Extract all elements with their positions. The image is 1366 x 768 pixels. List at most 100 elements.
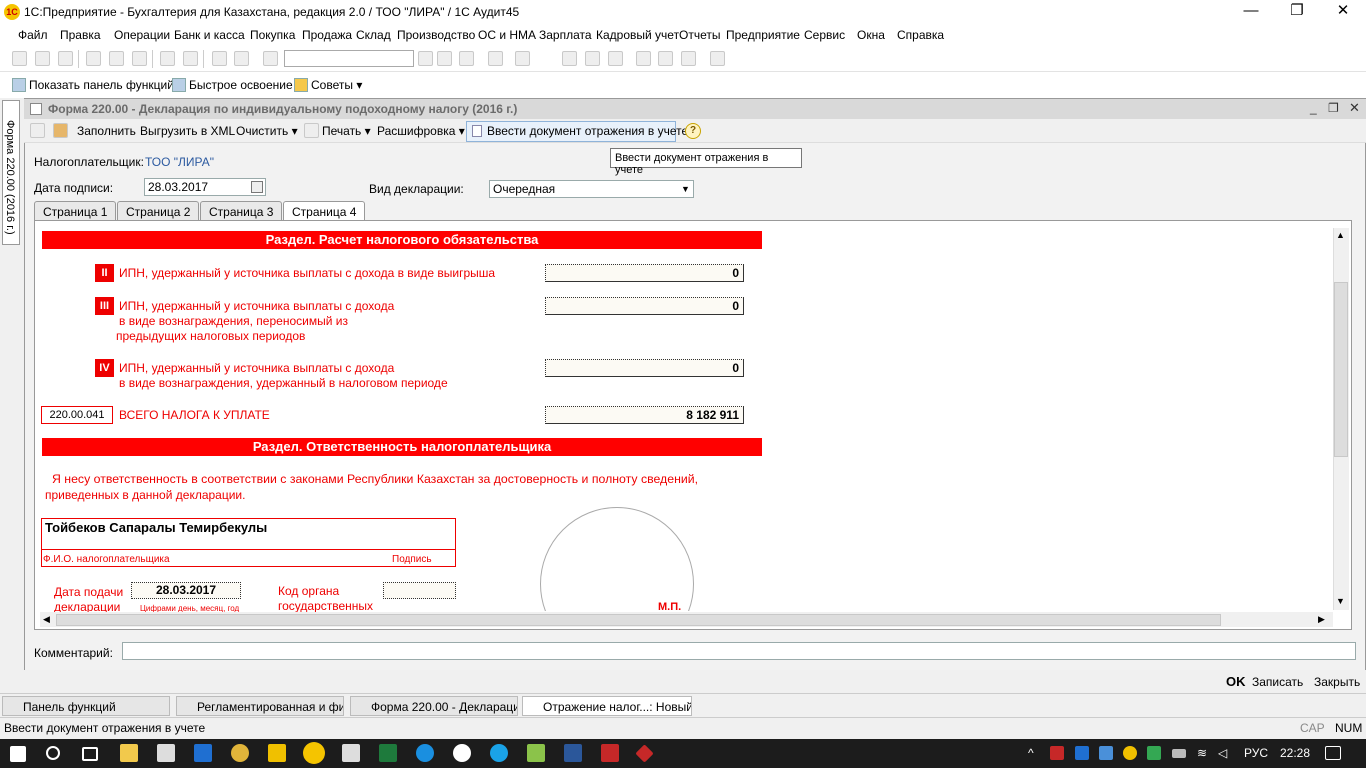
- fill-button[interactable]: Заполнить: [77, 124, 136, 138]
- tools-icon[interactable]: [710, 51, 725, 66]
- menu-operations[interactable]: Операции: [114, 28, 170, 42]
- window-item-reports[interactable]: Регламентированная и фин...: [176, 696, 344, 716]
- tray-app-icon[interactable]: [1050, 746, 1064, 760]
- print-button[interactable]: Печать ▾: [322, 124, 371, 138]
- clear-search-icon[interactable]: [418, 51, 433, 66]
- green-app-icon[interactable]: [527, 744, 545, 762]
- excel-icon[interactable]: [379, 744, 397, 762]
- menu-windows[interactable]: Окна: [857, 28, 885, 42]
- fio-value[interactable]: Тойбеков Сапаралы Темирбекулы: [45, 520, 267, 535]
- form-close-button[interactable]: ✕: [1349, 100, 1360, 116]
- clock[interactable]: 22:28: [1280, 746, 1310, 760]
- copy-icon[interactable]: [109, 51, 124, 66]
- calculator-icon[interactable]: [342, 744, 360, 762]
- menu-sales[interactable]: Продажа: [302, 28, 352, 42]
- store-icon[interactable]: [157, 744, 175, 762]
- chrome-icon[interactable]: [231, 744, 249, 762]
- menu-enterprise[interactable]: Предприятие: [726, 28, 800, 42]
- search-app-icon[interactable]: [453, 744, 471, 762]
- search-icon[interactable]: [263, 51, 278, 66]
- save-button[interactable]: Записать: [1252, 675, 1303, 689]
- battery-icon[interactable]: [1172, 749, 1186, 758]
- redo-icon[interactable]: [234, 51, 249, 66]
- outlook-icon[interactable]: [194, 744, 212, 762]
- submit-date-value[interactable]: 28.03.2017: [131, 582, 241, 599]
- new-doc-icon[interactable]: [12, 51, 27, 66]
- window-item-reflection[interactable]: Отражение налог...: Новый *: [522, 696, 692, 716]
- tab-page-3[interactable]: Страница 3: [200, 201, 283, 221]
- wifi-icon[interactable]: ≋: [1197, 746, 1207, 760]
- tips-button[interactable]: Советы ▾: [294, 78, 362, 92]
- menu-file[interactable]: Файл: [18, 28, 48, 42]
- ie-icon[interactable]: [416, 744, 434, 762]
- scroll-down-icon[interactable]: ▼: [1336, 596, 1345, 606]
- menu-help[interactable]: Справка: [897, 28, 944, 42]
- tab-page-4[interactable]: Страница 4: [283, 201, 366, 222]
- search-icon[interactable]: [46, 746, 60, 760]
- chevron-down-icon[interactable]: ▼: [678, 181, 693, 197]
- close-button[interactable]: ✕: [1320, 0, 1366, 24]
- menu-bank[interactable]: Банк и касса: [174, 28, 245, 42]
- tray-outlook-icon[interactable]: [1075, 746, 1089, 760]
- help-icon[interactable]: ?: [685, 123, 701, 139]
- find-next-icon[interactable]: [437, 51, 452, 66]
- decl-type-select[interactable]: Очередная: [489, 180, 694, 198]
- org-code-field[interactable]: [383, 582, 456, 599]
- paste-icon[interactable]: [132, 51, 147, 66]
- vertical-scroll-thumb[interactable]: [1334, 282, 1348, 457]
- taxpayer-link[interactable]: ТОО "ЛИРА": [145, 155, 214, 169]
- row-ii-value[interactable]: 0: [545, 264, 744, 282]
- close-form-button[interactable]: Закрыть: [1314, 675, 1360, 689]
- scroll-up-icon[interactable]: ▲: [1336, 230, 1345, 240]
- calculator-icon[interactable]: [562, 51, 577, 66]
- print-icon[interactable]: [160, 51, 175, 66]
- undo-icon[interactable]: [212, 51, 227, 66]
- tab-page-1[interactable]: Страница 1: [34, 201, 117, 221]
- info-icon[interactable]: [515, 51, 530, 66]
- language-indicator[interactable]: РУС: [1244, 746, 1268, 760]
- quick-learn-button[interactable]: Быстрое освоение: [172, 78, 293, 92]
- menu-warehouse[interactable]: Склад: [356, 28, 391, 42]
- show-panel-button[interactable]: Показать панель функций: [12, 78, 174, 92]
- calendar-icon[interactable]: [585, 51, 600, 66]
- search-combo[interactable]: [284, 50, 414, 67]
- scroll-left-icon[interactable]: ◀: [43, 614, 50, 625]
- minimize-button[interactable]: —: [1228, 0, 1274, 24]
- row-iv-value[interactable]: 0: [545, 359, 744, 377]
- skype-icon[interactable]: [490, 744, 508, 762]
- menu-reports[interactable]: Отчеты: [679, 28, 720, 42]
- tray-arrow-icon[interactable]: ^: [1028, 746, 1034, 760]
- row-iii-value[interactable]: 0: [545, 297, 744, 315]
- users-icon[interactable]: [608, 51, 623, 66]
- breakdown-button[interactable]: Расшифровка ▾: [377, 124, 465, 138]
- app-icon[interactable]: [268, 744, 286, 762]
- ok-button[interactable]: OK: [1226, 674, 1246, 689]
- menu-service[interactable]: Сервис: [804, 28, 845, 42]
- windows-start-icon[interactable]: [10, 746, 26, 762]
- memory-plus-icon[interactable]: [658, 51, 673, 66]
- window-item-functions[interactable]: Панель функций: [2, 696, 170, 716]
- 1c-icon[interactable]: [303, 742, 325, 764]
- maximize-button[interactable]: ❐: [1274, 0, 1320, 24]
- memory-m-icon[interactable]: [636, 51, 651, 66]
- calendar-picker-icon[interactable]: [251, 181, 263, 193]
- acrobat-icon[interactable]: [601, 744, 619, 762]
- menu-salary[interactable]: Зарплата: [539, 28, 592, 42]
- clear-button[interactable]: Очистить ▾: [236, 124, 298, 138]
- menu-edit[interactable]: Правка: [60, 28, 101, 42]
- export-xml-button[interactable]: Выгрузить в XML: [140, 124, 235, 138]
- file-explorer-icon[interactable]: [120, 744, 138, 762]
- volume-icon[interactable]: ◁: [1218, 746, 1227, 760]
- save-icon[interactable]: [58, 51, 73, 66]
- menu-assets[interactable]: ОС и НМА: [478, 28, 536, 42]
- preview-icon[interactable]: [183, 51, 198, 66]
- grid-icon[interactable]: [30, 123, 45, 138]
- form-restore-button[interactable]: ❐: [1328, 101, 1339, 115]
- menu-production[interactable]: Производство: [397, 28, 475, 42]
- menu-hr[interactable]: Кадровый учет: [596, 28, 679, 42]
- notifications-icon[interactable]: [1325, 746, 1341, 760]
- window-item-form220[interactable]: Форма 220.00 - Декларaци...: [350, 696, 518, 716]
- task-view-icon[interactable]: [82, 747, 98, 761]
- cut-icon[interactable]: [86, 51, 101, 66]
- scroll-right-icon[interactable]: ▶: [1318, 614, 1325, 625]
